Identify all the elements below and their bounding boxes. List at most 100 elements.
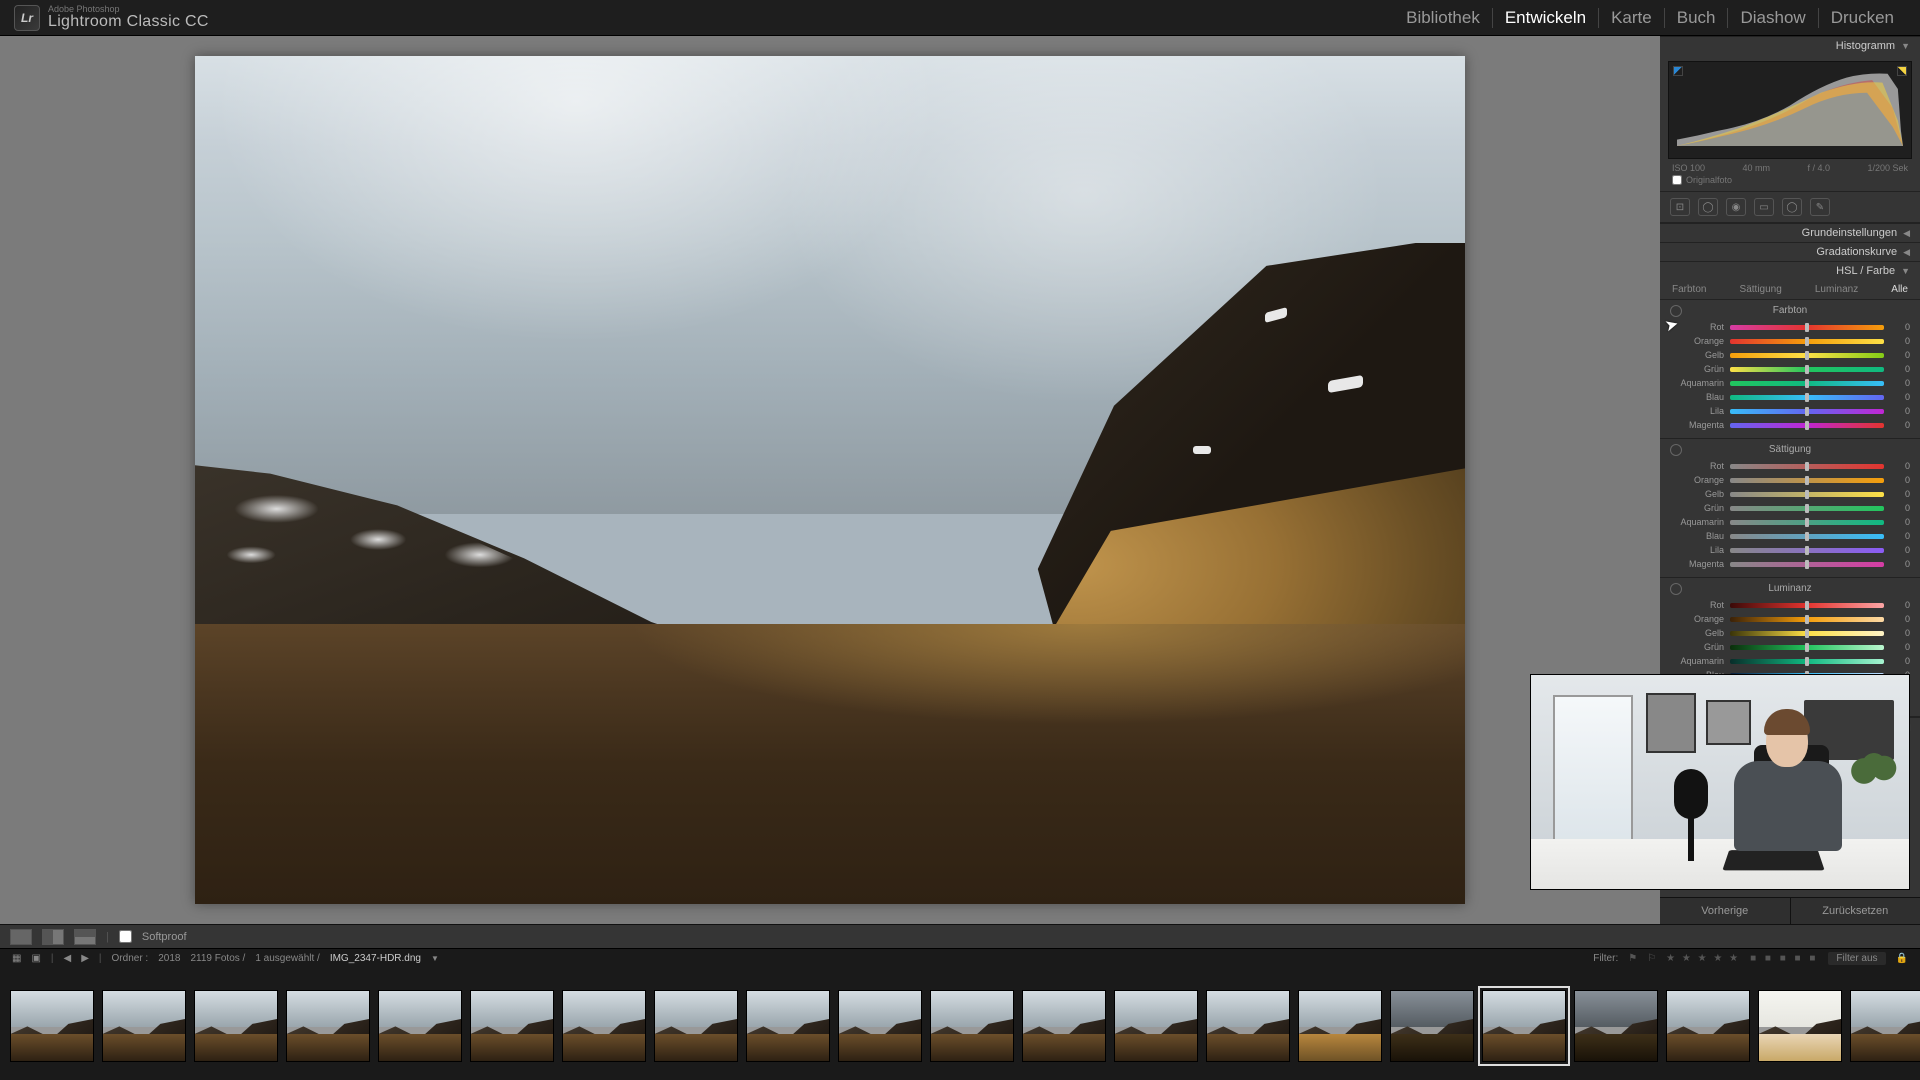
lum-gru-slider[interactable]: Grün0 — [1670, 640, 1910, 654]
filmstrip-thumb[interactable] — [1022, 990, 1106, 1062]
softproof-checkbox[interactable] — [119, 930, 132, 943]
color-labels[interactable]: ■ ■ ■ ■ ■ — [1750, 953, 1818, 964]
crumb-year[interactable]: 2018 — [158, 953, 180, 964]
filmstrip-thumb[interactable] — [10, 990, 94, 1062]
chevron-down-icon[interactable]: ▼ — [431, 954, 439, 963]
slider-track[interactable] — [1730, 367, 1884, 372]
lum-gel-slider[interactable]: Gelb0 — [1670, 626, 1910, 640]
redeye-tool-icon[interactable]: ◉ — [1726, 198, 1746, 216]
brush-tool-icon[interactable]: ✎ — [1810, 198, 1830, 216]
hsl-tab-sat[interactable]: Sättigung — [1740, 284, 1782, 295]
grid-view-icon[interactable]: ▦ — [12, 953, 21, 964]
slider-track[interactable] — [1730, 353, 1884, 358]
filmstrip-thumb[interactable] — [1390, 990, 1474, 1062]
filmstrip-thumb[interactable] — [746, 990, 830, 1062]
previous-button[interactable]: Vorherige — [1660, 898, 1791, 924]
module-library[interactable]: Bibliothek — [1394, 8, 1493, 28]
lum-tat-icon[interactable] — [1670, 583, 1682, 595]
lum-org-slider[interactable]: Orange0 — [1670, 612, 1910, 626]
filmstrip-thumb[interactable] — [1482, 990, 1566, 1062]
slider-track[interactable] — [1730, 478, 1884, 483]
slider-thumb[interactable] — [1805, 421, 1809, 430]
slider-thumb[interactable] — [1805, 323, 1809, 332]
filmstrip-thumb[interactable] — [286, 990, 370, 1062]
sat-bla-slider[interactable]: Blau0 — [1670, 529, 1910, 543]
filter-off-chip[interactable]: Filter aus — [1828, 952, 1885, 965]
module-book[interactable]: Buch — [1665, 8, 1729, 28]
slider-track[interactable] — [1730, 562, 1884, 567]
hsl-tab-all[interactable]: Alle — [1891, 284, 1908, 295]
slider-track[interactable] — [1730, 339, 1884, 344]
hsl-tab-hue[interactable]: Farbton — [1672, 284, 1706, 295]
slider-track[interactable] — [1730, 325, 1884, 330]
filmstrip-thumb[interactable] — [102, 990, 186, 1062]
slider-thumb[interactable] — [1805, 532, 1809, 541]
slider-thumb[interactable] — [1805, 643, 1809, 652]
hue-aqu-slider[interactable]: Aquamarin0 — [1670, 376, 1910, 390]
slider-thumb[interactable] — [1805, 337, 1809, 346]
lum-rot-slider[interactable]: Rot0 — [1670, 598, 1910, 612]
panel-header-hsl[interactable]: HSL / Farbe▼ — [1660, 261, 1920, 280]
slider-thumb[interactable] — [1805, 490, 1809, 499]
gradient-tool-icon[interactable]: ▭ — [1754, 198, 1774, 216]
sat-gel-slider[interactable]: Gelb0 — [1670, 487, 1910, 501]
slider-thumb[interactable] — [1805, 407, 1809, 416]
slider-thumb[interactable] — [1805, 476, 1809, 485]
slider-thumb[interactable] — [1805, 546, 1809, 555]
hsl-tab-lum[interactable]: Luminanz — [1815, 284, 1858, 295]
filmstrip-thumb[interactable] — [1666, 990, 1750, 1062]
reset-button[interactable]: Zurücksetzen — [1791, 898, 1920, 924]
before-after-tb-icon[interactable] — [74, 929, 96, 945]
filmstrip-thumb[interactable] — [838, 990, 922, 1062]
slider-thumb[interactable] — [1805, 393, 1809, 402]
image-canvas[interactable] — [0, 36, 1660, 924]
filmstrip-thumb[interactable] — [1114, 990, 1198, 1062]
filmstrip-thumb[interactable] — [1574, 990, 1658, 1062]
slider-thumb[interactable] — [1805, 601, 1809, 610]
sat-mag-slider[interactable]: Magenta0 — [1670, 557, 1910, 571]
filmstrip-thumb[interactable] — [378, 990, 462, 1062]
hue-rot-slider[interactable]: Rot0 — [1670, 320, 1910, 334]
panel-header-curve[interactable]: Gradationskurve◀ — [1660, 242, 1920, 261]
slider-track[interactable] — [1730, 464, 1884, 469]
filmstrip-thumb[interactable] — [1758, 990, 1842, 1062]
module-print[interactable]: Drucken — [1819, 8, 1906, 28]
hue-gru-slider[interactable]: Grün0 — [1670, 362, 1910, 376]
sat-tat-icon[interactable] — [1670, 444, 1682, 456]
hue-bla-slider[interactable]: Blau0 — [1670, 390, 1910, 404]
loupe-view-icon[interactable] — [10, 929, 32, 945]
hue-org-slider[interactable]: Orange0 — [1670, 334, 1910, 348]
slider-track[interactable] — [1730, 603, 1884, 608]
sat-gru-slider[interactable]: Grün0 — [1670, 501, 1910, 515]
module-slideshow[interactable]: Diashow — [1728, 8, 1818, 28]
filter-lock-icon[interactable]: 🔒 — [1896, 953, 1908, 964]
slider-track[interactable] — [1730, 520, 1884, 525]
filmstrip-thumb[interactable] — [1850, 990, 1920, 1062]
filmstrip-thumb[interactable] — [1298, 990, 1382, 1062]
slider-thumb[interactable] — [1805, 615, 1809, 624]
filmstrip-thumb[interactable] — [930, 990, 1014, 1062]
slider-thumb[interactable] — [1805, 629, 1809, 638]
histogram-display[interactable] — [1668, 61, 1912, 159]
flag-reject-icon[interactable]: ⚐ — [1647, 953, 1656, 964]
sat-org-slider[interactable]: Orange0 — [1670, 473, 1910, 487]
slider-thumb[interactable] — [1805, 504, 1809, 513]
two-screen-icon[interactable]: ▣ — [31, 953, 40, 964]
spot-tool-icon[interactable]: ◯ — [1698, 198, 1718, 216]
sat-rot-slider[interactable]: Rot0 — [1670, 459, 1910, 473]
hue-mag-slider[interactable]: Magenta0 — [1670, 418, 1910, 432]
panel-header-basic[interactable]: Grundeinstellungen◀ — [1660, 223, 1920, 242]
sat-lil-slider[interactable]: Lila0 — [1670, 543, 1910, 557]
slider-track[interactable] — [1730, 492, 1884, 497]
slider-track[interactable] — [1730, 381, 1884, 386]
slider-thumb[interactable] — [1805, 657, 1809, 666]
star-filter[interactable]: ★ ★ ★ ★ ★ — [1666, 953, 1740, 964]
slider-thumb[interactable] — [1805, 560, 1809, 569]
slider-thumb[interactable] — [1805, 365, 1809, 374]
panel-header-histogram[interactable]: Histogramm▼ — [1660, 36, 1920, 55]
radial-tool-icon[interactable]: ◯ — [1782, 198, 1802, 216]
before-after-lr-icon[interactable] — [42, 929, 64, 945]
module-map[interactable]: Karte — [1599, 8, 1665, 28]
nav-prev-icon[interactable]: ◀ — [64, 953, 72, 964]
slider-thumb[interactable] — [1805, 462, 1809, 471]
